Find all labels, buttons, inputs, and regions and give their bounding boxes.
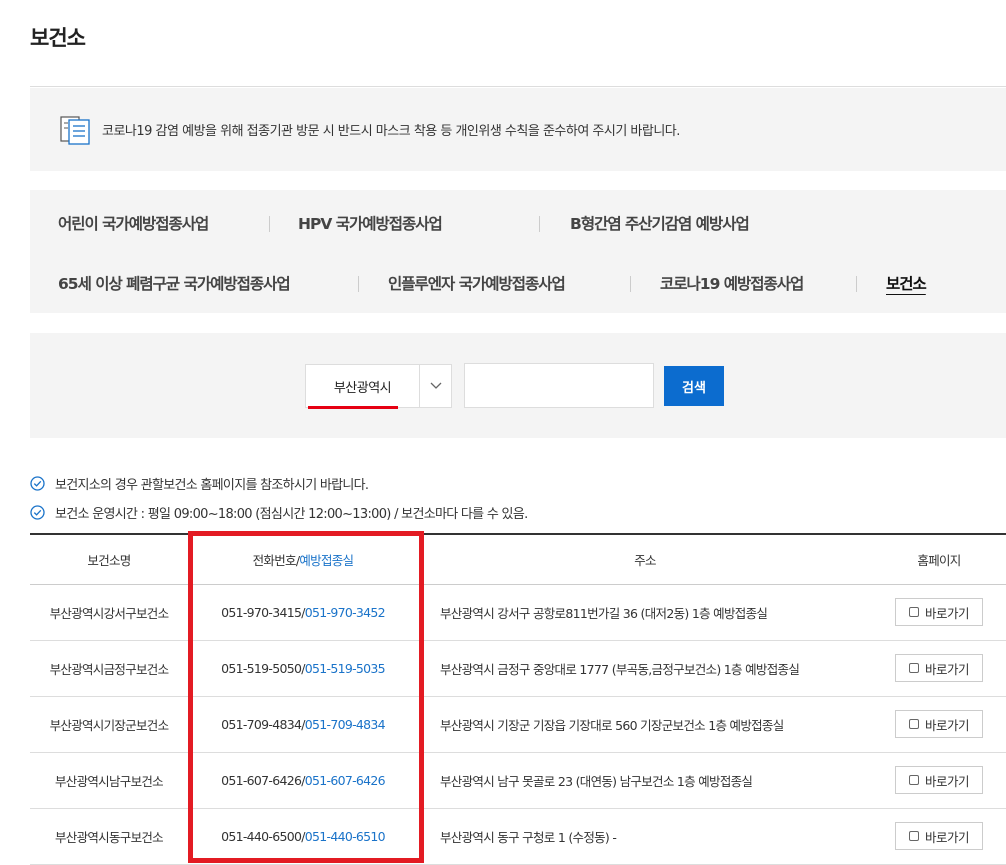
- homepage-link-button[interactable]: 바로가기: [895, 598, 983, 626]
- region-select-value[interactable]: 부산광역시: [306, 365, 420, 409]
- notice-text: 코로나19 감염 예방을 위해 접종기관 방문 시 반드시 마스크 착용 등 개…: [102, 124, 680, 139]
- center-phone: 051-970-3415/051-970-3452: [188, 584, 418, 641]
- center-phone: 051-519-5050/051-519-5035: [188, 640, 418, 697]
- tab-separator: [630, 276, 631, 292]
- tab-pneumococcal[interactable]: 65세 이상 폐렴구균 국가예방접종사업: [58, 272, 291, 294]
- table-header-row: 보건소명 전화번호/예방접종실 주소 홈페이지: [30, 535, 1006, 585]
- tab-covid19[interactable]: 코로나19 예방접종사업: [660, 272, 804, 294]
- window-icon: [908, 663, 919, 673]
- center-phone: 051-709-4834/051-709-4834: [188, 696, 418, 753]
- chevron-down-icon[interactable]: [420, 365, 451, 407]
- tab-influenza[interactable]: 인플루엔자 국가예방접종사업: [388, 272, 566, 294]
- info-line-branch: 보건지소의 경우 관할보건소 홈페이지를 참조하시기 바랍니다.: [30, 474, 369, 493]
- page-title: 보건소: [30, 26, 86, 50]
- center-name: 부산광역시금정구보건소: [30, 640, 188, 697]
- table-row: 부산광역시강서구보건소 051-970-3415/051-970-3452 부산…: [30, 584, 1006, 641]
- tab-separator: [539, 216, 540, 232]
- center-phone: 051-607-6426/051-607-6426: [188, 752, 418, 809]
- center-name: 부산광역시남구보건소: [30, 752, 188, 809]
- center-address: 부산광역시 동구 구청로 1 (수정동) -: [418, 808, 872, 865]
- center-name: 부산광역시기장군보건소: [30, 696, 188, 753]
- center-address: 부산광역시 강서구 공항로811번가길 36 (대저2동) 1층 예방접종실: [418, 584, 872, 641]
- check-circle-icon: [30, 476, 45, 491]
- title-divider: [30, 86, 1006, 87]
- homepage-link-button[interactable]: 바로가기: [895, 710, 983, 738]
- tab-hepatitis-b[interactable]: B형간염 주산기감염 예방사업: [570, 212, 750, 234]
- table-row: 부산광역시동구보건소 051-440-6500/051-440-6510 부산광…: [30, 808, 1006, 865]
- health-center-table: 보건소명 전화번호/예방접종실 주소 홈페이지 부산광역시강서구보건소 051-…: [30, 533, 1006, 865]
- window-icon: [908, 719, 919, 729]
- header-address: 주소: [418, 535, 872, 585]
- center-phone: 051-440-6500/051-440-6510: [188, 808, 418, 865]
- search-button[interactable]: 검색: [664, 366, 724, 406]
- document-list-icon: [60, 115, 90, 145]
- table-row: 부산광역시남구보건소 051-607-6426/051-607-6426 부산광…: [30, 752, 1006, 809]
- search-panel: 부산광역시 검색: [30, 333, 1006, 438]
- center-address: 부산광역시 금정구 중앙대로 1777 (부곡동,금정구보건소) 1층 예방접종…: [418, 640, 872, 697]
- table-row: 부산광역시기장군보건소 051-709-4834/051-709-4834 부산…: [30, 696, 1006, 753]
- header-phone: 전화번호/예방접종실: [188, 535, 418, 585]
- table-row: 부산광역시금정구보건소 051-519-5050/051-519-5035 부산…: [30, 640, 1006, 697]
- notice-box: 코로나19 감염 예방을 위해 접종기관 방문 시 반드시 마스크 착용 등 개…: [30, 88, 1006, 171]
- search-input[interactable]: [464, 363, 654, 408]
- center-address: 부산광역시 남구 못골로 23 (대연동) 남구보건소 1층 예방접종실: [418, 752, 872, 809]
- tab-separator: [358, 276, 359, 292]
- tab-hpv-vaccination[interactable]: HPV 국가예방접종사업: [298, 212, 443, 234]
- info-line-hours: 보건소 운영시간 : 평일 09:00~18:00 (점심시간 12:00~13…: [30, 503, 528, 522]
- tab-separator: [269, 216, 270, 232]
- center-name: 부산광역시동구보건소: [30, 808, 188, 865]
- header-homepage: 홈페이지: [872, 535, 1006, 585]
- program-tabs: 어린이 국가예방접종사업 HPV 국가예방접종사업 B형간염 주산기감염 예방사…: [30, 190, 1006, 313]
- homepage-link-button[interactable]: 바로가기: [895, 766, 983, 794]
- window-icon: [908, 831, 919, 841]
- check-circle-icon: [30, 505, 45, 520]
- window-icon: [908, 775, 919, 785]
- center-name: 부산광역시강서구보건소: [30, 584, 188, 641]
- region-select[interactable]: 부산광역시: [305, 364, 452, 409]
- header-name: 보건소명: [30, 535, 188, 585]
- homepage-link-button[interactable]: 바로가기: [895, 654, 983, 682]
- center-address: 부산광역시 기장군 기장읍 기장대로 560 기장군보건소 1층 예방접종실: [418, 696, 872, 753]
- tab-health-center[interactable]: 보건소: [886, 272, 927, 294]
- tab-child-vaccination[interactable]: 어린이 국가예방접종사업: [58, 212, 209, 234]
- select-underline: [308, 406, 398, 409]
- window-icon: [908, 607, 919, 617]
- tab-separator: [856, 276, 857, 292]
- homepage-link-button[interactable]: 바로가기: [895, 822, 983, 850]
